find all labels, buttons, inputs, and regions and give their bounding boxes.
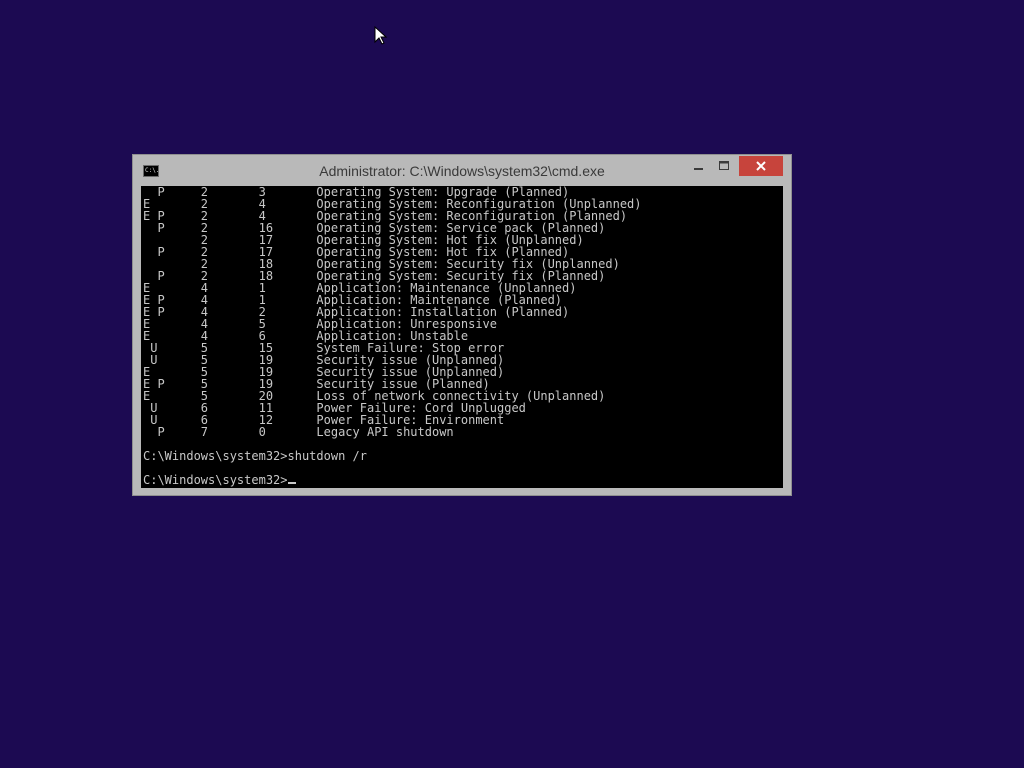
text-cursor	[287, 482, 296, 484]
console-prompt-line: C:\Windows\system32>	[143, 474, 642, 486]
console-text: P 2 3 Operating System: Upgrade (Planned…	[143, 186, 642, 486]
console-output-area[interactable]: P 2 3 Operating System: Upgrade (Planned…	[141, 186, 783, 488]
console-line: C:\Windows\system32>shutdown /r	[143, 449, 367, 463]
desktop-background: C:\. Administrator: C:\Windows\system32\…	[0, 0, 1024, 768]
close-icon	[756, 161, 766, 171]
cmd-window[interactable]: C:\. Administrator: C:\Windows\system32\…	[132, 154, 792, 496]
maximize-icon	[719, 161, 729, 170]
mouse-pointer-icon	[374, 26, 388, 45]
title-bar[interactable]: C:\. Administrator: C:\Windows\system32\…	[133, 155, 791, 187]
minimize-button[interactable]	[685, 156, 711, 176]
minimize-icon	[694, 168, 703, 170]
close-button[interactable]	[739, 156, 783, 176]
console-line: P 7 0 Legacy API shutdown	[143, 425, 454, 439]
console-prompt: C:\Windows\system32>	[143, 473, 288, 487]
maximize-button[interactable]	[711, 156, 737, 176]
